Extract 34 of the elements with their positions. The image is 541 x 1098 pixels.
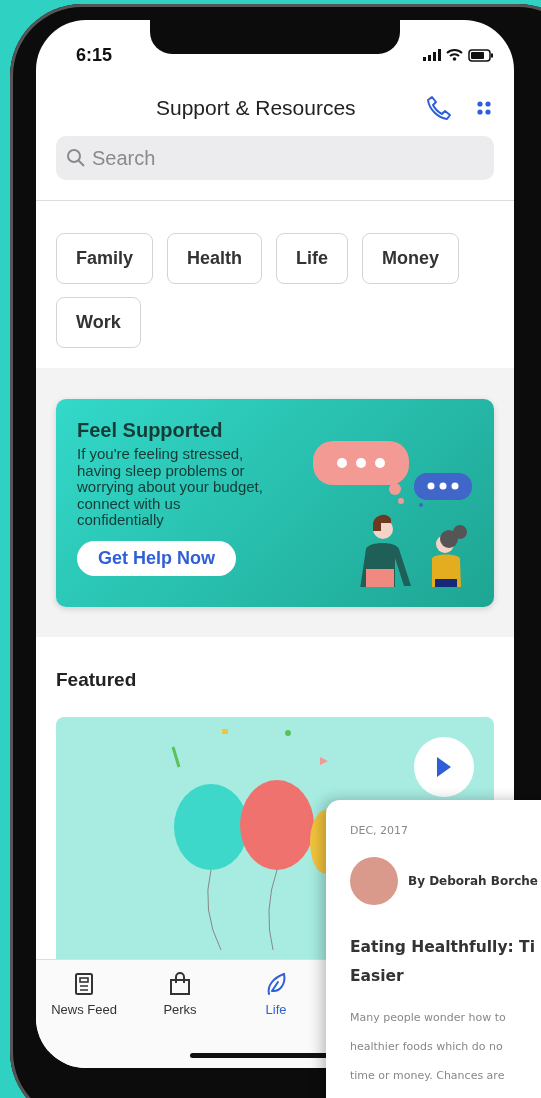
article-title: Eating Healthfully: Ti bbox=[350, 937, 536, 958]
signal-icon bbox=[423, 49, 441, 61]
category-chip[interactable]: Work bbox=[56, 297, 141, 348]
tab-bar-item[interactable]: Perks bbox=[132, 960, 228, 1036]
play-button[interactable] bbox=[414, 737, 474, 797]
article-title: Easier bbox=[350, 966, 405, 987]
tab-bar-item[interactable]: News Feed bbox=[36, 960, 132, 1036]
banner-title: Feel Supported bbox=[77, 419, 224, 442]
tab-bar-item[interactable]: Life bbox=[228, 960, 324, 1036]
shopping-bag-icon bbox=[169, 972, 191, 996]
article-excerpt: Many people wonder how to bbox=[350, 1010, 507, 1026]
author-avatar bbox=[350, 857, 398, 905]
newspaper-icon bbox=[74, 972, 94, 996]
page-title: Support & Resources bbox=[156, 96, 357, 120]
grid-menu-icon[interactable] bbox=[476, 100, 492, 116]
status-time: 6:15 bbox=[76, 44, 113, 66]
wifi-icon bbox=[446, 49, 463, 61]
leaf-icon bbox=[265, 972, 287, 996]
category-chip[interactable]: Money bbox=[362, 233, 460, 284]
category-chip[interactable]: Life bbox=[276, 233, 349, 284]
battery-icon bbox=[468, 48, 494, 62]
author-name: By Deborah Borche bbox=[408, 874, 538, 888]
article-card[interactable]: DEC, 2017 By Deborah Borche Eating Healthfully: Ti Easier Many people wonder how to healthier foods which do no time or money. Chances are bbox=[326, 800, 541, 1098]
banner-text: If you're feeling stressed, having sleep problems or worrying about your budget, connect with us confidentially bbox=[77, 446, 264, 529]
article-excerpt: time or money. Chances are bbox=[350, 1068, 506, 1084]
get-help-button[interactable]: Get Help Now bbox=[77, 540, 236, 576]
article-excerpt: healthier foods which do no bbox=[350, 1039, 504, 1055]
section-heading: Featured bbox=[55, 668, 138, 692]
category-chip[interactable]: Health bbox=[167, 233, 263, 284]
category-chip[interactable]: Family bbox=[56, 233, 154, 284]
search-icon bbox=[66, 148, 86, 168]
play-icon bbox=[435, 755, 453, 779]
article-date: DEC, 2017 bbox=[350, 824, 410, 837]
phone-call-icon[interactable] bbox=[426, 95, 452, 121]
